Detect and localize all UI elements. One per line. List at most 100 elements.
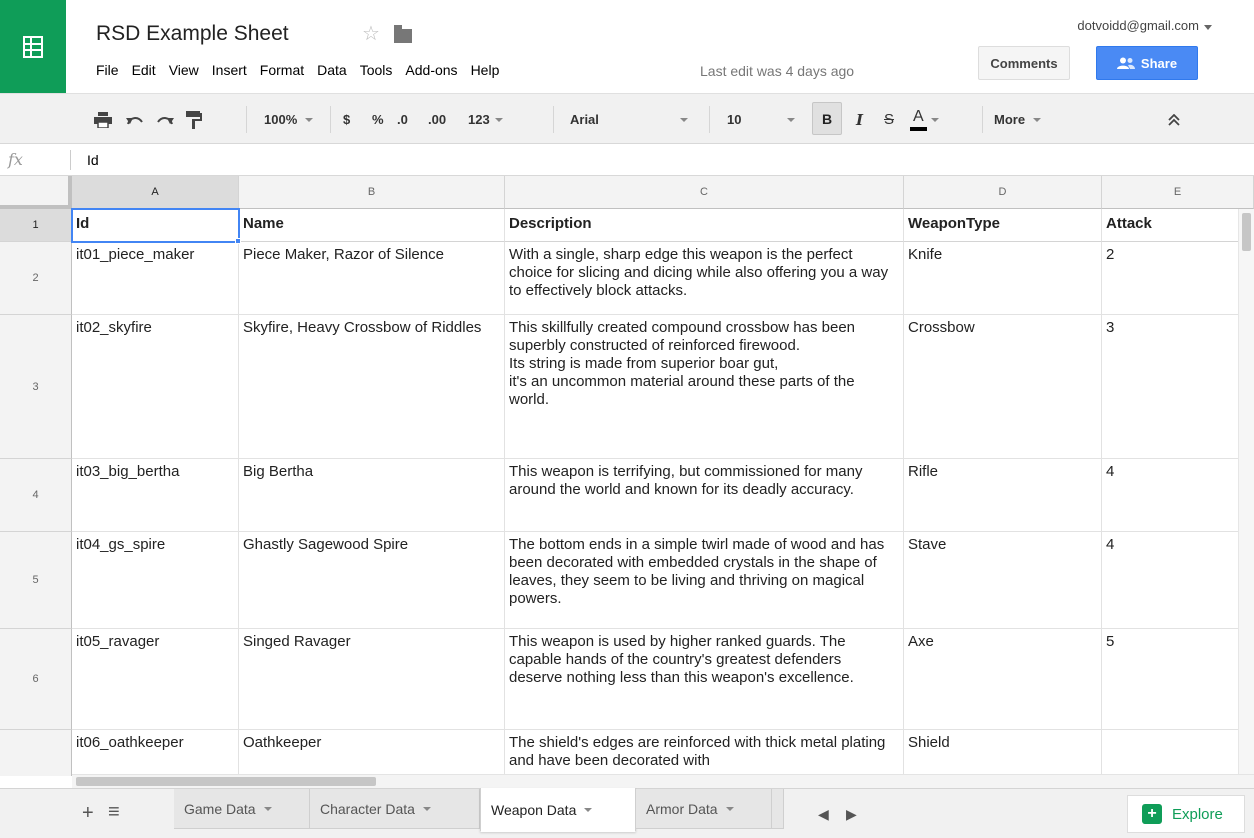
- row-header[interactable]: 6: [0, 629, 72, 730]
- account-email[interactable]: dotvoidd@gmail.com: [1077, 18, 1199, 33]
- cell-c6[interactable]: This weapon is used by higher ranked gua…: [505, 629, 904, 730]
- menu-view[interactable]: View: [169, 62, 199, 78]
- cell-c2[interactable]: With a single, sharp edge this weapon is…: [505, 242, 904, 315]
- last-edit-link[interactable]: Last edit was 4 days ago: [700, 63, 854, 79]
- menu-addons[interactable]: Add-ons: [405, 62, 457, 78]
- text-color-button[interactable]: A: [910, 94, 939, 145]
- cell-b6[interactable]: Singed Ravager: [239, 629, 505, 730]
- menu-tools[interactable]: Tools: [360, 62, 393, 78]
- cell-c5[interactable]: The bottom ends in a simple twirl made o…: [505, 532, 904, 629]
- cell-a1[interactable]: Id: [72, 209, 239, 242]
- all-sheets-menu-icon[interactable]: ≡: [108, 802, 120, 822]
- scroll-tabs-left-icon[interactable]: ◀: [818, 804, 829, 824]
- menu-data[interactable]: Data: [317, 62, 347, 78]
- fill-handle[interactable]: [235, 238, 241, 244]
- undo-icon[interactable]: [126, 94, 144, 145]
- horizontal-scrollbar[interactable]: [72, 774, 1254, 788]
- cell-c1[interactable]: Description: [505, 209, 904, 242]
- row-header[interactable]: 2: [0, 242, 72, 315]
- menu-format[interactable]: Format: [260, 62, 304, 78]
- menu-insert[interactable]: Insert: [212, 62, 247, 78]
- cell-e1[interactable]: Attack: [1102, 209, 1254, 242]
- explore-button[interactable]: + Explore: [1127, 795, 1245, 833]
- decrease-decimals-button[interactable]: .0: [397, 94, 408, 145]
- select-all-corner[interactable]: [0, 176, 72, 209]
- column-header-b[interactable]: B: [239, 176, 505, 209]
- cell-b5[interactable]: Ghastly Sagewood Spire: [239, 532, 505, 629]
- cell-e7[interactable]: [1102, 730, 1254, 776]
- percent-format-button[interactable]: %: [372, 94, 384, 145]
- cell-d7[interactable]: Shield: [904, 730, 1102, 776]
- menu-file[interactable]: File: [96, 62, 119, 78]
- bold-button[interactable]: B: [812, 102, 842, 135]
- column-header-c[interactable]: C: [505, 176, 904, 209]
- cell-b2[interactable]: Piece Maker, Razor of Silence: [239, 242, 505, 315]
- cell-e3[interactable]: 3: [1102, 315, 1254, 459]
- cell-a3[interactable]: it02_skyfire: [72, 315, 239, 459]
- cell-e5[interactable]: 4: [1102, 532, 1254, 629]
- sheet-tab-armor-data[interactable]: Armor Data: [636, 789, 772, 829]
- number-format-select[interactable]: 123: [468, 94, 503, 145]
- strikethrough-button[interactable]: S: [884, 94, 894, 145]
- cell-a7[interactable]: it06_oathkeeper: [72, 730, 239, 776]
- scroll-tabs-right-icon[interactable]: ▶: [846, 804, 857, 824]
- sheet-tab-game-data[interactable]: Game Data: [174, 789, 310, 829]
- italic-button[interactable]: I: [856, 94, 863, 145]
- cell-d3[interactable]: Crossbow: [904, 315, 1102, 459]
- cell-d1[interactable]: WeaponType: [904, 209, 1102, 242]
- cell-b3[interactable]: Skyfire, Heavy Crossbow of Riddles: [239, 315, 505, 459]
- row-header[interactable]: 3: [0, 315, 72, 459]
- cell-a6[interactable]: it05_ravager: [72, 629, 239, 730]
- vertical-scrollbar[interactable]: [1238, 209, 1254, 774]
- add-sheet-icon[interactable]: +: [82, 803, 94, 823]
- column-header-e[interactable]: E: [1102, 176, 1254, 209]
- font-size-select[interactable]: 10: [727, 94, 797, 145]
- cell-e2[interactable]: 2: [1102, 242, 1254, 315]
- row-header[interactable]: 1: [0, 209, 72, 242]
- share-button[interactable]: Share: [1096, 46, 1198, 80]
- column-header-d[interactable]: D: [904, 176, 1102, 209]
- chevron-down-icon[interactable]: [1204, 25, 1212, 30]
- star-icon[interactable]: ☆: [362, 24, 380, 44]
- cell-e4[interactable]: 4: [1102, 459, 1254, 532]
- cell-d4[interactable]: Rifle: [904, 459, 1102, 532]
- cell-d6[interactable]: Axe: [904, 629, 1102, 730]
- sheet-tab-weapon-data[interactable]: Weapon Data: [480, 788, 636, 832]
- menu-edit[interactable]: Edit: [132, 62, 156, 78]
- paint-format-icon[interactable]: [186, 94, 202, 145]
- vertical-scroll-thumb[interactable]: [1242, 213, 1251, 251]
- cell-e6[interactable]: 5: [1102, 629, 1254, 730]
- currency-format-button[interactable]: $: [343, 94, 350, 145]
- column-header-a[interactable]: A: [72, 176, 239, 209]
- cell-d2[interactable]: Knife: [904, 242, 1102, 315]
- cell-d5[interactable]: Stave: [904, 532, 1102, 629]
- more-button[interactable]: More: [994, 94, 1042, 145]
- sheet-tab-character-data[interactable]: Character Data: [310, 789, 480, 829]
- folder-icon[interactable]: [393, 24, 412, 43]
- cell-b4[interactable]: Big Bertha: [239, 459, 505, 532]
- formula-input[interactable]: Id: [87, 152, 99, 168]
- comments-button[interactable]: Comments: [978, 46, 1070, 80]
- cell-c3[interactable]: This skillfully created compound crossbo…: [505, 315, 904, 459]
- zoom-select[interactable]: 100%: [264, 94, 314, 145]
- cell-b1[interactable]: Name: [239, 209, 505, 242]
- print-icon[interactable]: [94, 94, 112, 145]
- cell-b7[interactable]: Oathkeeper: [239, 730, 505, 776]
- row-header[interactable]: 5: [0, 532, 72, 629]
- menu-help[interactable]: Help: [471, 62, 500, 78]
- cell-a2[interactable]: it01_piece_maker: [72, 242, 239, 315]
- collapse-toolbar-icon[interactable]: [1168, 94, 1180, 145]
- font-select[interactable]: Arial: [570, 94, 690, 145]
- horizontal-scroll-thumb[interactable]: [76, 777, 376, 786]
- cell-c7[interactable]: The shield's edges are reinforced with t…: [505, 730, 904, 776]
- cell-a4[interactable]: it03_big_bertha: [72, 459, 239, 532]
- sheets-logo-icon[interactable]: [0, 0, 66, 93]
- row-header[interactable]: 4: [0, 459, 72, 532]
- redo-icon[interactable]: [156, 94, 174, 145]
- increase-decimals-button[interactable]: .00: [428, 94, 446, 145]
- cell-c4[interactable]: This weapon is terrifying, but commissio…: [505, 459, 904, 532]
- cell-a5[interactable]: it04_gs_spire: [72, 532, 239, 629]
- sheet-tab-overflow[interactable]: [772, 789, 784, 829]
- document-title[interactable]: RSD Example Sheet: [96, 22, 289, 46]
- row-header[interactable]: [0, 730, 72, 776]
